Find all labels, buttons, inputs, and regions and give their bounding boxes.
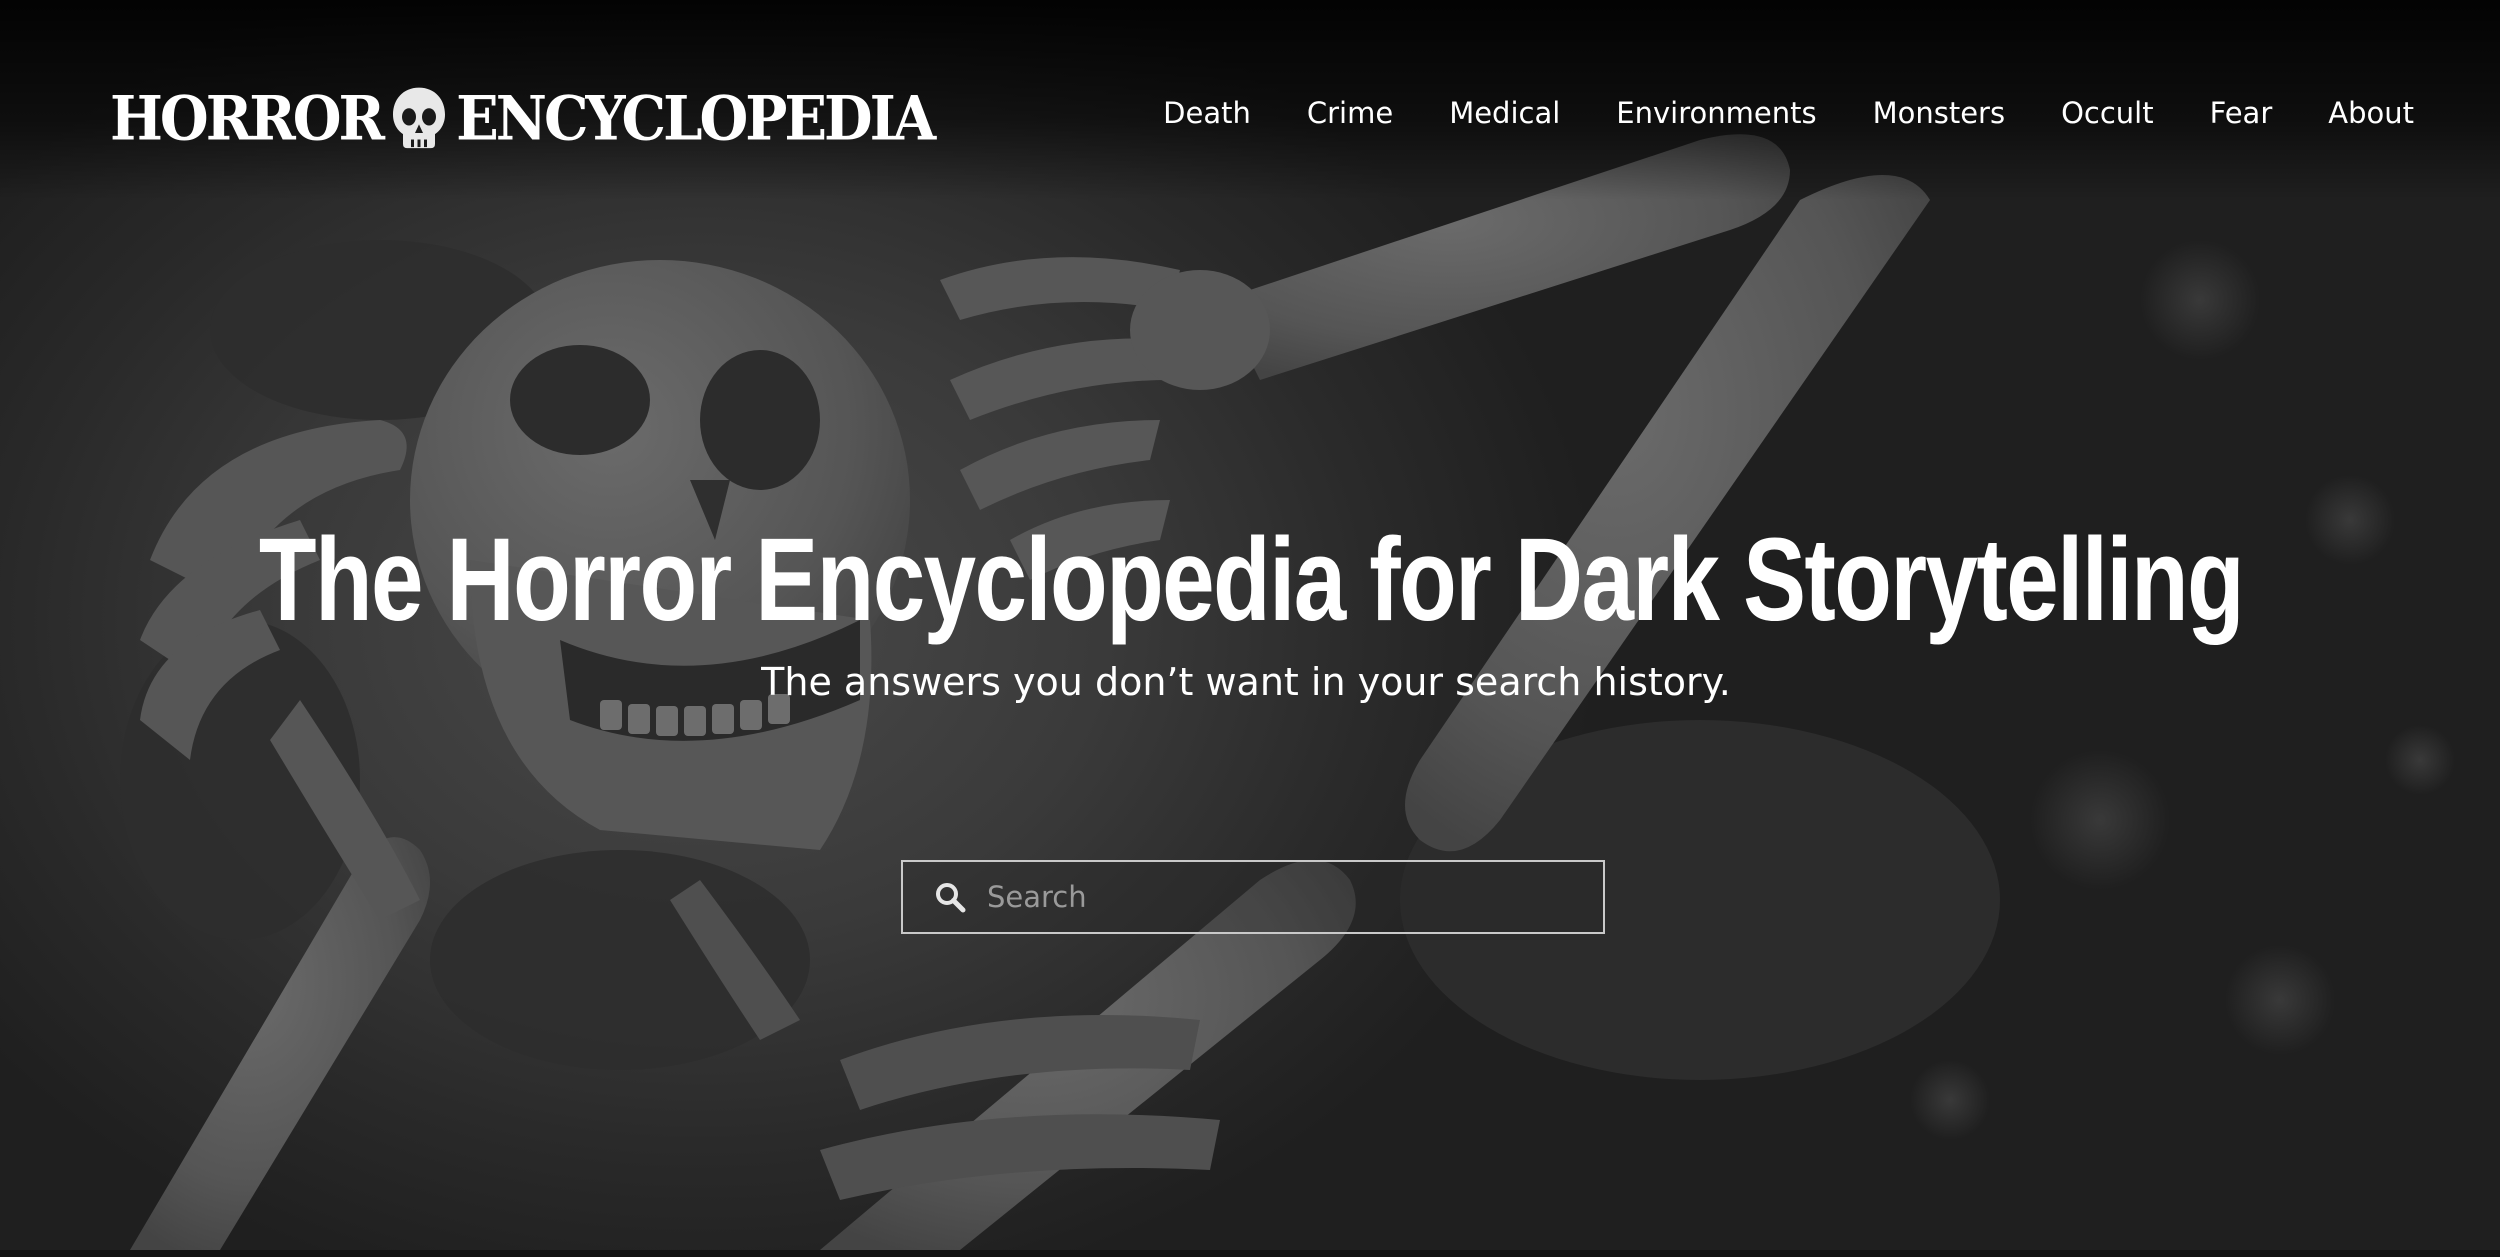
logo-text-horror: HORROR — [110, 83, 385, 155]
logo-text-encyclopedia: ENCYCLOPEDIA — [456, 83, 936, 155]
site-logo[interactable]: HORROR ENCYCLOPEDIA — [110, 81, 936, 157]
hero-subtitle: The answers you don’t want in your searc… — [761, 660, 1731, 704]
search-input[interactable] — [985, 866, 1603, 928]
hero-title: The Horror Encyclopedia for Dark Storyte… — [258, 514, 2245, 646]
nav-item-about[interactable]: About — [2328, 96, 2414, 130]
nav-item-monsters[interactable]: Monsters — [1873, 96, 2006, 130]
nav-item-crime[interactable]: Crime — [1307, 96, 1393, 130]
page: HORROR ENCYCLOPEDIA Death Crime Medical … — [0, 0, 2500, 1257]
main-nav: Death Crime Medical Environments Monster… — [1163, 96, 2414, 130]
nav-item-medical[interactable]: Medical — [1449, 96, 1560, 130]
search-icon[interactable] — [933, 880, 967, 914]
skull-icon — [393, 87, 446, 149]
search-box[interactable] — [901, 860, 1605, 934]
nav-item-occult[interactable]: Occult — [2061, 96, 2154, 130]
nav-item-environments[interactable]: Environments — [1616, 96, 1816, 130]
page-bottom-edge — [0, 1250, 2500, 1257]
nav-item-fear[interactable]: Fear — [2210, 96, 2273, 130]
nav-item-death[interactable]: Death — [1163, 96, 1251, 130]
